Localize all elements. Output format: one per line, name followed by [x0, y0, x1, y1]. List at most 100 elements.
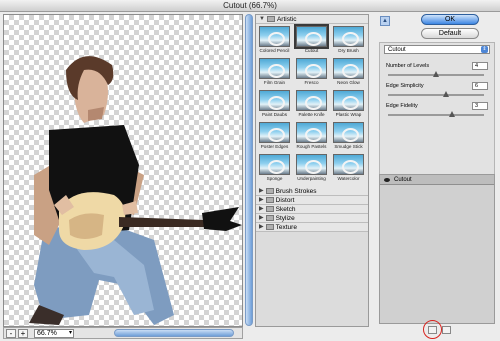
param-label: Edge Fidelity — [386, 103, 418, 109]
delete-effect-layer-button[interactable] — [442, 326, 451, 334]
filter-thumb-label: Cutout — [304, 48, 319, 53]
chevron-updown-icon: ⇕ — [481, 46, 488, 53]
collapsed-triangle-icon: ▶ — [259, 187, 264, 194]
filter-thumb-label: Palette Knife — [298, 112, 325, 117]
filter-thumb-label: Underpainting — [297, 176, 326, 181]
filter-thumb[interactable]: Underpainting — [293, 153, 330, 185]
folder-icon — [265, 224, 274, 230]
filter-preview-icon — [296, 154, 327, 175]
filter-thumb[interactable]: Neon Glow — [330, 57, 367, 89]
filter-thumb[interactable]: Poster Edges — [256, 121, 293, 153]
eye-icon[interactable] — [384, 177, 390, 182]
filter-thumb[interactable]: Dry Brush — [330, 25, 367, 57]
param-slider-track[interactable] — [388, 114, 484, 116]
filter-thumb-label: Fresco — [304, 80, 319, 85]
category-label: Sketch — [275, 205, 296, 213]
collapsed-triangle-icon: ▶ — [259, 196, 264, 203]
filter-thumb[interactable]: Rough Pastels — [293, 121, 330, 153]
filter-select[interactable]: Cutout ⇕ — [384, 45, 490, 54]
filter-preview-icon — [259, 58, 290, 79]
filter-preview-icon — [333, 58, 364, 79]
right-panel: ▲ OK Default Cutout ⇕ Number of Levels 4 E… — [376, 14, 498, 339]
filter-preview-icon — [333, 122, 364, 143]
filter-preview-icon — [333, 26, 364, 47]
param-row: Edge Simplicity 6 — [386, 82, 490, 103]
filter-preview-icon — [259, 154, 290, 175]
preview-image — [29, 56, 242, 325]
param-label: Edge Simplicity — [386, 83, 424, 89]
filter-thumb[interactable]: Sponge — [256, 153, 293, 185]
category-artistic[interactable]: ▼ Artistic — [256, 15, 368, 24]
category-label: Texture — [275, 223, 297, 231]
param-label: Number of Levels — [386, 63, 430, 69]
filter-thumb-label: Sponge — [266, 176, 283, 181]
param-slider-knob[interactable] — [442, 91, 449, 97]
filter-preview-icon — [333, 90, 364, 111]
category-row[interactable]: ▶ Distort — [256, 196, 368, 205]
zoom-select[interactable]: 66.7% ▾ — [34, 328, 74, 338]
param-value-input[interactable]: 4 — [472, 62, 488, 70]
filter-thumb-label: Plastic Wrap — [335, 112, 362, 117]
filter-thumb[interactable]: Cutout — [293, 24, 330, 57]
collapsed-triangle-icon: ▶ — [259, 223, 264, 230]
filter-thumb-label: Poster Edges — [260, 144, 289, 149]
chevron-down-icon: ▾ — [68, 329, 72, 336]
folder-icon — [265, 197, 274, 203]
folder-icon — [266, 16, 275, 22]
filter-preview-icon — [333, 154, 364, 175]
default-button[interactable]: Default — [421, 28, 479, 39]
filter-preview-icon — [296, 90, 327, 111]
zoom-in-button[interactable]: + — [18, 328, 28, 338]
collapsed-triangle-icon: ▶ — [259, 214, 264, 221]
layer-label: Cutout — [394, 176, 412, 183]
zoom-value: 66.7% — [37, 329, 57, 337]
param-value-input[interactable]: 6 — [472, 82, 488, 90]
category-label: Artistic — [276, 15, 297, 23]
filter-thumb[interactable]: Palette Knife — [293, 89, 330, 121]
filter-thumb[interactable]: Smudge Stick — [330, 121, 367, 153]
category-row[interactable]: ▶ Stylize — [256, 214, 368, 223]
filter-thumb[interactable]: Paint Daubs — [256, 89, 293, 121]
filter-thumb[interactable]: Watercolor — [330, 153, 367, 185]
folder-icon — [265, 206, 274, 212]
filter-thumb[interactable]: Plastic Wrap — [330, 89, 367, 121]
category-label: Distort — [275, 196, 295, 204]
filter-thumb[interactable]: Film Grain — [256, 57, 293, 89]
category-label: Brush Strokes — [275, 187, 317, 195]
filter-thumb-label: Rough Pastels — [296, 144, 327, 149]
param-row: Number of Levels 4 — [386, 62, 490, 83]
folder-icon — [265, 188, 274, 194]
param-slider-track[interactable] — [388, 94, 484, 96]
ok-button[interactable]: OK — [421, 14, 479, 25]
filter-preview-icon — [294, 24, 329, 49]
filter-settings: Cutout ⇕ Number of Levels 4 Edge Simplicit… — [379, 42, 495, 182]
collapsed-categories: ▶ Brush Strokes ▶ Distort ▶ Sketch ▶ Stylize ▶ Te… — [256, 187, 368, 232]
category-row[interactable]: ▶ Texture — [256, 223, 368, 232]
folder-icon — [265, 215, 274, 221]
filter-thumb[interactable]: Colored Pencil — [256, 25, 293, 57]
zoom-out-button[interactable]: - — [6, 328, 16, 338]
window-title: Cutout (66.7%) — [0, 0, 500, 12]
param-value-input[interactable]: 3 — [472, 102, 488, 110]
category-row[interactable]: ▶ Sketch — [256, 205, 368, 214]
filter-select-value: Cutout — [388, 47, 406, 53]
param-slider-knob[interactable] — [449, 111, 456, 117]
collapse-toggle-button[interactable]: ▲ — [380, 16, 390, 26]
filter-preview-icon — [259, 122, 290, 143]
filter-thumb[interactable]: Fresco — [293, 57, 330, 89]
param-row: Edge Fidelity 3 — [386, 102, 490, 123]
vertical-scrollbar[interactable] — [245, 14, 253, 326]
filter-thumb-label: Dry Brush — [338, 48, 359, 53]
filter-preview-icon — [259, 90, 290, 111]
filter-thumb-label: Film Grain — [263, 80, 286, 85]
filter-preview-icon — [296, 58, 327, 79]
layer-row[interactable]: Cutout — [380, 175, 494, 185]
filter-preview-icon — [259, 26, 290, 47]
horizontal-scrollbar[interactable] — [114, 329, 234, 337]
category-row[interactable]: ▶ Brush Strokes — [256, 187, 368, 196]
highlight-circle — [423, 320, 442, 339]
filter-thumb-label: Paint Daubs — [261, 112, 288, 117]
preview-statusbar: - + 66.7% ▾ — [3, 327, 243, 339]
preview-canvas[interactable] — [3, 14, 243, 327]
param-slider-knob[interactable] — [433, 71, 439, 77]
